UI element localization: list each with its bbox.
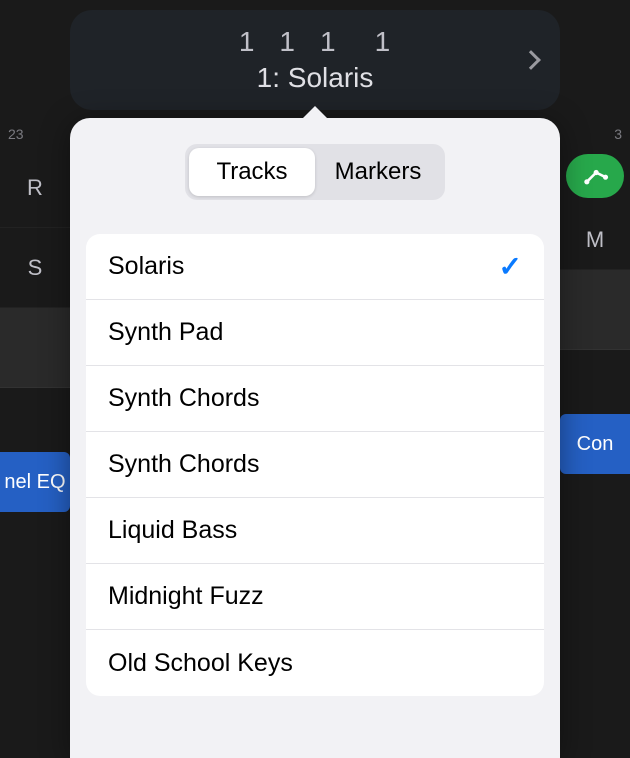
list-item[interactable]: Liquid Bass xyxy=(86,498,544,564)
list-item[interactable]: Synth Pad xyxy=(86,300,544,366)
lcd-display[interactable]: 1 1 1 1 1: Solaris xyxy=(70,10,560,110)
pos-digit: 1 xyxy=(320,26,337,58)
list-item-label: Liquid Bass xyxy=(108,516,237,545)
track-header-fragment xyxy=(560,270,630,350)
right-panel-fragment: 3 M Con xyxy=(560,120,630,758)
track-list: Solaris ✓ Synth Pad Synth Chords Synth C… xyxy=(86,234,544,696)
checkmark-icon: ✓ xyxy=(499,250,522,283)
track-picker-popover: Tracks Markers Solaris ✓ Synth Pad Synth… xyxy=(70,118,560,758)
ruler-label-right: 3 xyxy=(560,120,630,148)
pos-digit: 1 xyxy=(375,26,392,58)
tab-markers[interactable]: Markers xyxy=(315,148,441,196)
list-item-label: Synth Chords xyxy=(108,384,259,413)
list-item-label: Solaris xyxy=(108,252,184,281)
position-readout: 1 1 1 1 xyxy=(239,26,391,58)
list-item[interactable]: Midnight Fuzz xyxy=(86,564,544,630)
pos-digit: 1 xyxy=(279,26,296,58)
list-item[interactable]: Synth Chords xyxy=(86,366,544,432)
list-item-label: Midnight Fuzz xyxy=(108,582,264,611)
list-item[interactable]: Synth Chords xyxy=(86,432,544,498)
list-item-label: Synth Pad xyxy=(108,318,223,347)
ruler-label-left: 23 xyxy=(0,120,70,148)
solo-button[interactable]: S xyxy=(0,228,70,308)
pos-digit: 1 xyxy=(239,26,256,58)
tab-tracks[interactable]: Tracks xyxy=(189,148,315,196)
segmented-control: Tracks Markers xyxy=(185,144,445,200)
automation-button[interactable] xyxy=(566,154,624,198)
current-track-label: 1: Solaris xyxy=(257,62,374,94)
left-panel-fragment: 23 R S nel EQ xyxy=(0,120,70,758)
list-item-label: Old School Keys xyxy=(108,649,293,678)
list-item[interactable]: Solaris ✓ xyxy=(86,234,544,300)
list-item[interactable]: Old School Keys xyxy=(86,630,544,696)
list-item-label: Synth Chords xyxy=(108,450,259,479)
plugin-slot-right[interactable]: Con xyxy=(560,414,630,474)
plugin-slot-left[interactable]: nel EQ xyxy=(0,452,70,512)
mute-button[interactable]: M xyxy=(560,210,630,270)
record-enable-button[interactable]: R xyxy=(0,148,70,228)
chevron-right-icon[interactable] xyxy=(521,50,541,70)
track-header-fragment xyxy=(0,308,70,388)
